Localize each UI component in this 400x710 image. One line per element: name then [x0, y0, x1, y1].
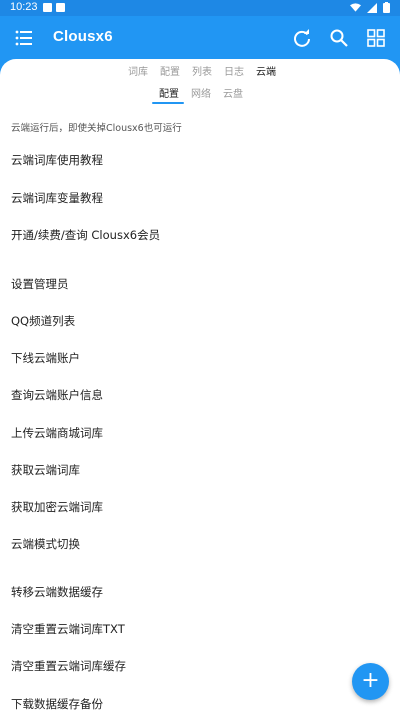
refresh-icon[interactable]	[292, 28, 312, 48]
list-item-download-backup[interactable]: 下载数据缓存备份	[11, 696, 103, 710]
subtab-network[interactable]: 网络	[191, 85, 211, 100]
tab-config[interactable]: 配置	[160, 63, 180, 78]
list-item-reset-cache[interactable]: 清空重置云端词库缓存	[11, 658, 126, 674]
list-menu-icon[interactable]	[14, 28, 34, 48]
notification-square-icon	[56, 3, 65, 12]
content-sheet: 词库 配置 列表 日志 云端 配置 网络 云盘 云端运行后，即使关掉Clousx…	[0, 59, 400, 710]
list-item-mode-switch[interactable]: 云端模式切换	[11, 536, 80, 552]
list-item-offline-account[interactable]: 下线云端账户	[11, 350, 80, 366]
list-item-query-account[interactable]: 查询云端账户信息	[11, 387, 103, 403]
tab-lexicon[interactable]: 词库	[128, 63, 148, 78]
secondary-tabs: 配置 网络 云盘	[0, 85, 400, 105]
subtab-cloud-drive[interactable]: 云盘	[223, 85, 243, 100]
list-item-get-lexicon[interactable]: 获取云端词库	[11, 462, 80, 478]
add-fab-button[interactable]: +	[352, 663, 389, 700]
list-item-reset-txt[interactable]: 清空重置云端词库TXT	[11, 621, 125, 637]
app-bar: Clousx6	[0, 16, 400, 60]
notification-a-icon	[43, 3, 52, 12]
status-time: 10:23	[10, 1, 38, 13]
status-bar: 10:23	[0, 0, 400, 16]
battery-icon	[383, 2, 390, 13]
wifi-icon	[350, 2, 361, 12]
tab-cloud[interactable]: 云端	[256, 63, 276, 78]
tab-list[interactable]: 列表	[192, 63, 212, 78]
list-item-set-admin[interactable]: 设置管理员	[11, 276, 69, 292]
subtab-config[interactable]: 配置	[159, 85, 179, 100]
list-item-transfer-cache[interactable]: 转移云端数据缓存	[11, 584, 103, 600]
list-item-upload-store[interactable]: 上传云端商城词库	[11, 425, 103, 441]
plus-icon: +	[361, 668, 380, 693]
list-item-get-encrypted[interactable]: 获取加密云端词库	[11, 499, 103, 515]
tab-indicator	[152, 102, 184, 104]
app-title: Clousx6	[53, 28, 113, 45]
search-icon[interactable]	[329, 28, 349, 48]
tab-log[interactable]: 日志	[224, 63, 244, 78]
signal-icon	[367, 2, 377, 13]
list-item-tutorial[interactable]: 云端词库使用教程	[11, 152, 103, 168]
list-item-qq-channels[interactable]: QQ频道列表	[11, 313, 75, 329]
primary-tabs: 词库 配置 列表 日志 云端	[0, 63, 400, 81]
list-item-membership[interactable]: 开通/续费/查询 Clousx6会员	[11, 227, 160, 243]
list-item-variable-tutorial[interactable]: 云端词库变量教程	[11, 190, 103, 206]
info-note: 云端运行后，即使关掉Clousx6也可运行	[11, 123, 182, 134]
grid-view-icon[interactable]	[366, 28, 386, 48]
